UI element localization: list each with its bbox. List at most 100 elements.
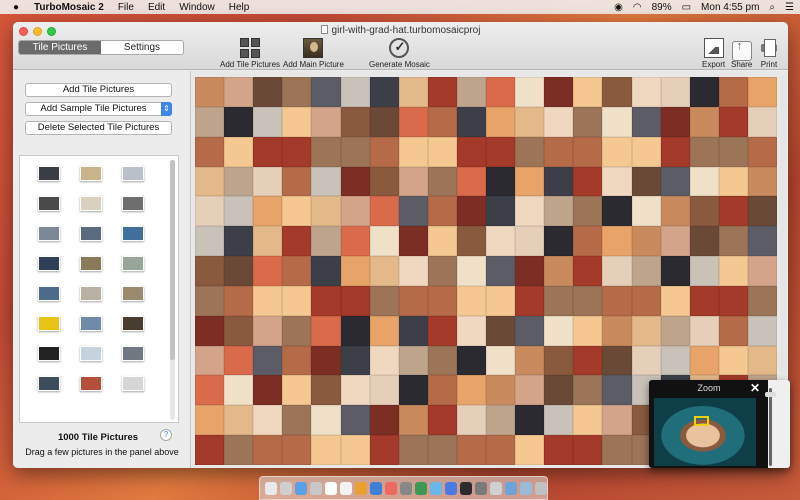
tile-thumbnail[interactable] [122, 196, 144, 211]
mosaic-tile [340, 285, 370, 316]
printer-icon [759, 38, 779, 58]
tile-thumbnail[interactable] [80, 196, 102, 211]
wifi-icon[interactable]: ◠ [633, 2, 642, 13]
print-button[interactable]: Print [759, 38, 779, 69]
tile-thumbnail[interactable] [80, 376, 102, 391]
dock-app-icon[interactable] [490, 481, 502, 495]
mosaic-tile [631, 256, 661, 286]
tab-settings[interactable]: Settings [101, 41, 183, 54]
thumbnail-scrollbar[interactable] [170, 160, 175, 420]
mosaic-tile [224, 106, 254, 137]
tile-thumbnail[interactable] [38, 256, 60, 271]
tile-thumbnail[interactable] [122, 256, 144, 271]
dock-app-icon[interactable] [520, 481, 532, 495]
tile-thumbnail-list[interactable] [19, 155, 179, 423]
menu-edit[interactable]: Edit [148, 2, 165, 13]
add-main-picture-button[interactable]: Add Main Picture [283, 38, 344, 69]
mosaic-tile [398, 166, 428, 197]
tile-thumbnail[interactable] [122, 166, 144, 181]
mosaic-tile [253, 256, 283, 286]
mosaic-tile [253, 405, 283, 436]
share-button[interactable]: Share [731, 38, 752, 69]
search-icon[interactable]: ⌕ [769, 2, 775, 13]
dock-app-icon[interactable] [385, 481, 397, 495]
dock-app-icon[interactable] [310, 481, 322, 495]
mosaic-tile [631, 196, 661, 227]
tile-thumbnail[interactable] [80, 346, 102, 361]
help-button[interactable]: ? [160, 429, 172, 441]
battery-percent[interactable]: 89% [652, 2, 672, 13]
mosaic-tile [340, 435, 370, 465]
app-menu[interactable]: TurboMosaic 2 [34, 2, 104, 13]
mosaic-tile [660, 196, 690, 227]
dock-app-icon[interactable] [445, 481, 457, 495]
tile-thumbnail[interactable] [122, 346, 144, 361]
dock-app-icon[interactable] [505, 481, 517, 495]
dock-app-icon[interactable] [535, 481, 547, 495]
tile-thumbnail[interactable] [80, 286, 102, 301]
tile-thumbnail[interactable] [80, 166, 102, 181]
battery-icon[interactable]: ▭ [682, 2, 691, 13]
delete-selected-tile-pictures-button[interactable]: Delete Selected Tile Pictures [25, 121, 172, 135]
mosaic-tile [631, 77, 661, 107]
zoom-slider-knob[interactable] [765, 392, 776, 397]
tile-thumbnail[interactable] [38, 376, 60, 391]
menu-window[interactable]: Window [179, 2, 215, 13]
dock-app-icon[interactable] [340, 481, 352, 495]
generate-mosaic-label: Generate Mosaic [369, 60, 430, 69]
clock[interactable]: Mon 4:55 pm [701, 2, 759, 13]
dock-app-icon[interactable] [370, 481, 382, 495]
zoom-preview-image[interactable] [654, 398, 756, 466]
add-tile-pictures-toolbar-button[interactable]: Add Tile Pictures [220, 38, 280, 69]
zoom-slider[interactable] [769, 388, 772, 466]
tile-thumbnail[interactable] [122, 286, 144, 301]
zoom-selection-rect[interactable] [694, 416, 709, 426]
dock-app-icon[interactable] [430, 481, 442, 495]
tile-thumbnail[interactable] [80, 316, 102, 331]
zoom-close-icon[interactable]: ✕ [750, 381, 760, 395]
menu-help[interactable]: Help [229, 2, 250, 13]
tile-thumbnail[interactable] [38, 346, 60, 361]
mosaic-tile [369, 405, 399, 436]
tile-thumbnail[interactable] [122, 376, 144, 391]
apple-menu-icon[interactable]: ● [10, 2, 22, 13]
tile-thumbnail[interactable] [38, 316, 60, 331]
mosaic-tile [282, 405, 312, 436]
tile-thumbnail[interactable] [38, 166, 60, 181]
dock-app-icon[interactable] [355, 481, 367, 495]
dock-app-icon[interactable] [415, 481, 427, 495]
mosaic-tile [573, 256, 603, 286]
mosaic-tile [689, 196, 719, 227]
tab-tile-pictures[interactable]: Tile Pictures [19, 41, 101, 54]
mosaic-tile [311, 285, 341, 316]
dock-app-icon[interactable] [280, 481, 292, 495]
mosaic-tile [747, 345, 777, 376]
mosaic-tile [718, 256, 748, 286]
tile-thumbnail[interactable] [38, 196, 60, 211]
export-button[interactable]: Export [702, 38, 725, 69]
tile-thumbnail[interactable] [38, 286, 60, 301]
add-tile-pictures-button[interactable]: Add Tile Pictures [25, 83, 172, 97]
dock-app-icon[interactable] [400, 481, 412, 495]
tile-thumbnail[interactable] [80, 256, 102, 271]
tile-thumbnail[interactable] [38, 226, 60, 241]
add-sample-tile-pictures-popup[interactable]: Add Sample Tile Pictures ⇕ [25, 102, 172, 116]
mosaic-tile [224, 375, 254, 406]
dock-app-icon[interactable] [295, 481, 307, 495]
dock-app-icon[interactable] [460, 481, 472, 495]
mosaic-tile [602, 315, 632, 346]
mosaic-tile [718, 226, 748, 257]
mosaic-tile [456, 375, 486, 406]
tile-thumbnail[interactable] [122, 226, 144, 241]
mosaic-tile [515, 315, 545, 346]
dock-app-icon[interactable] [475, 481, 487, 495]
notification-center-icon[interactable]: ☰ [785, 2, 794, 13]
dock-app-icon[interactable] [265, 481, 277, 495]
tile-thumbnail[interactable] [80, 226, 102, 241]
generate-mosaic-button[interactable]: Generate Mosaic [369, 38, 430, 69]
mosaic-tile [282, 136, 312, 167]
recording-icon[interactable]: ◉ [614, 2, 623, 13]
menu-file[interactable]: File [118, 2, 134, 13]
dock-app-icon[interactable] [325, 481, 337, 495]
tile-thumbnail[interactable] [122, 316, 144, 331]
